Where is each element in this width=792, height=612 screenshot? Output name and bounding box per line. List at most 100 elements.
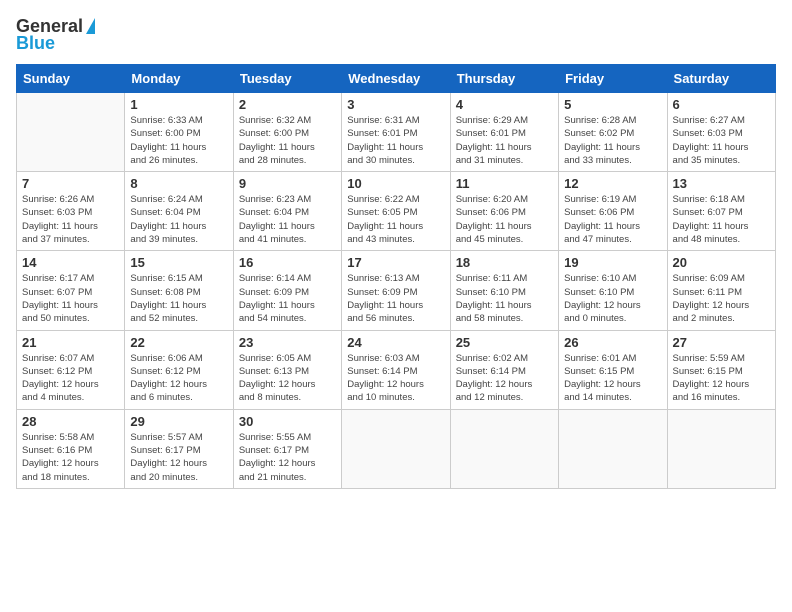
calendar-cell: 4 Sunrise: 6:29 AM Sunset: 6:01 PM Daylig… (450, 93, 558, 172)
page-header: General Blue (16, 16, 776, 54)
day-info: Sunrise: 6:22 AM Sunset: 6:05 PM Dayligh… (347, 193, 444, 246)
day-info: Sunrise: 6:18 AM Sunset: 6:07 PM Dayligh… (673, 193, 770, 246)
day-info: Sunrise: 6:17 AM Sunset: 6:07 PM Dayligh… (22, 272, 119, 325)
day-number: 11 (456, 176, 553, 191)
calendar-week-row: 7 Sunrise: 6:26 AM Sunset: 6:03 PM Daylig… (17, 172, 776, 251)
day-number: 27 (673, 335, 770, 350)
calendar-cell (559, 409, 667, 488)
day-number: 7 (22, 176, 119, 191)
day-info: Sunrise: 6:10 AM Sunset: 6:10 PM Dayligh… (564, 272, 661, 325)
day-info: Sunrise: 5:57 AM Sunset: 6:17 PM Dayligh… (130, 431, 227, 484)
calendar-day-header: Thursday (450, 65, 558, 93)
day-info: Sunrise: 6:03 AM Sunset: 6:14 PM Dayligh… (347, 352, 444, 405)
day-number: 20 (673, 255, 770, 270)
calendar-cell: 13 Sunrise: 6:18 AM Sunset: 6:07 PM Dayli… (667, 172, 775, 251)
calendar-header-row: SundayMondayTuesdayWednesdayThursdayFrid… (17, 65, 776, 93)
calendar-cell: 25 Sunrise: 6:02 AM Sunset: 6:14 PM Dayli… (450, 330, 558, 409)
calendar-cell: 16 Sunrise: 6:14 AM Sunset: 6:09 PM Dayli… (233, 251, 341, 330)
calendar-cell: 30 Sunrise: 5:55 AM Sunset: 6:17 PM Dayli… (233, 409, 341, 488)
day-number: 10 (347, 176, 444, 191)
logo-triangle-icon (86, 18, 95, 34)
day-number: 25 (456, 335, 553, 350)
day-number: 18 (456, 255, 553, 270)
day-info: Sunrise: 6:23 AM Sunset: 6:04 PM Dayligh… (239, 193, 336, 246)
calendar-day-header: Sunday (17, 65, 125, 93)
day-number: 12 (564, 176, 661, 191)
calendar-cell: 5 Sunrise: 6:28 AM Sunset: 6:02 PM Daylig… (559, 93, 667, 172)
day-info: Sunrise: 5:55 AM Sunset: 6:17 PM Dayligh… (239, 431, 336, 484)
calendar-cell: 28 Sunrise: 5:58 AM Sunset: 6:16 PM Dayli… (17, 409, 125, 488)
day-info: Sunrise: 6:19 AM Sunset: 6:06 PM Dayligh… (564, 193, 661, 246)
day-info: Sunrise: 6:11 AM Sunset: 6:10 PM Dayligh… (456, 272, 553, 325)
day-number: 16 (239, 255, 336, 270)
day-number: 23 (239, 335, 336, 350)
day-info: Sunrise: 6:06 AM Sunset: 6:12 PM Dayligh… (130, 352, 227, 405)
day-number: 21 (22, 335, 119, 350)
day-number: 4 (456, 97, 553, 112)
calendar-table: SundayMondayTuesdayWednesdayThursdayFrid… (16, 64, 776, 489)
day-number: 26 (564, 335, 661, 350)
day-number: 15 (130, 255, 227, 270)
day-info: Sunrise: 6:31 AM Sunset: 6:01 PM Dayligh… (347, 114, 444, 167)
calendar-day-header: Wednesday (342, 65, 450, 93)
calendar-cell: 19 Sunrise: 6:10 AM Sunset: 6:10 PM Dayli… (559, 251, 667, 330)
calendar-week-row: 21 Sunrise: 6:07 AM Sunset: 6:12 PM Dayli… (17, 330, 776, 409)
calendar-cell: 22Sunrise: 6:06 AM Sunset: 6:12 PM Dayli… (125, 330, 233, 409)
day-info: Sunrise: 6:20 AM Sunset: 6:06 PM Dayligh… (456, 193, 553, 246)
day-number: 13 (673, 176, 770, 191)
calendar-cell: 11 Sunrise: 6:20 AM Sunset: 6:06 PM Dayli… (450, 172, 558, 251)
calendar-week-row: 14 Sunrise: 6:17 AM Sunset: 6:07 PM Dayli… (17, 251, 776, 330)
calendar-cell (17, 93, 125, 172)
calendar-cell: 8Sunrise: 6:24 AM Sunset: 6:04 PM Daylig… (125, 172, 233, 251)
day-number: 30 (239, 414, 336, 429)
day-number: 5 (564, 97, 661, 112)
calendar-cell: 10 Sunrise: 6:22 AM Sunset: 6:05 PM Dayli… (342, 172, 450, 251)
day-number: 9 (239, 176, 336, 191)
calendar-cell: 6 Sunrise: 6:27 AM Sunset: 6:03 PM Daylig… (667, 93, 775, 172)
calendar-cell: 15 Sunrise: 6:15 AM Sunset: 6:08 PM Dayli… (125, 251, 233, 330)
day-number: 28 (22, 414, 119, 429)
day-info: Sunrise: 6:09 AM Sunset: 6:11 PM Dayligh… (673, 272, 770, 325)
day-number: 6 (673, 97, 770, 112)
day-info: Sunrise: 6:15 AM Sunset: 6:08 PM Dayligh… (130, 272, 227, 325)
calendar-day-header: Saturday (667, 65, 775, 93)
calendar-cell: 29 Sunrise: 5:57 AM Sunset: 6:17 PM Dayli… (125, 409, 233, 488)
logo-blue-text: Blue (16, 33, 55, 54)
calendar-cell: 2 Sunrise: 6:32 AM Sunset: 6:00 PM Daylig… (233, 93, 341, 172)
calendar-cell: 1 Sunrise: 6:33 AM Sunset: 6:00 PM Daylig… (125, 93, 233, 172)
calendar-cell: 26 Sunrise: 6:01 AM Sunset: 6:15 PM Dayli… (559, 330, 667, 409)
day-info: Sunrise: 6:07 AM Sunset: 6:12 PM Dayligh… (22, 352, 119, 405)
day-number: 29 (130, 414, 227, 429)
day-info: Sunrise: 6:27 AM Sunset: 6:03 PM Dayligh… (673, 114, 770, 167)
day-info: Sunrise: 6:28 AM Sunset: 6:02 PM Dayligh… (564, 114, 661, 167)
day-info: Sunrise: 6:26 AM Sunset: 6:03 PM Dayligh… (22, 193, 119, 246)
day-info: Sunrise: 6:24 AM Sunset: 6:04 PM Dayligh… (130, 193, 227, 246)
day-number: 19 (564, 255, 661, 270)
day-info: Sunrise: 6:01 AM Sunset: 6:15 PM Dayligh… (564, 352, 661, 405)
day-number: 2 (239, 97, 336, 112)
day-number: 24 (347, 335, 444, 350)
day-info: Sunrise: 6:02 AM Sunset: 6:14 PM Dayligh… (456, 352, 553, 405)
day-info: Sunrise: 6:14 AM Sunset: 6:09 PM Dayligh… (239, 272, 336, 325)
day-number: 1 (130, 97, 227, 112)
calendar-cell: 14 Sunrise: 6:17 AM Sunset: 6:07 PM Dayli… (17, 251, 125, 330)
day-number: 17 (347, 255, 444, 270)
day-info: Sunrise: 6:29 AM Sunset: 6:01 PM Dayligh… (456, 114, 553, 167)
calendar-cell (450, 409, 558, 488)
day-info: Sunrise: 6:32 AM Sunset: 6:00 PM Dayligh… (239, 114, 336, 167)
calendar-cell: 7 Sunrise: 6:26 AM Sunset: 6:03 PM Daylig… (17, 172, 125, 251)
calendar-cell: 18 Sunrise: 6:11 AM Sunset: 6:10 PM Dayli… (450, 251, 558, 330)
calendar-day-header: Friday (559, 65, 667, 93)
calendar-cell (342, 409, 450, 488)
calendar-cell: 27Sunrise: 5:59 AM Sunset: 6:15 PM Dayli… (667, 330, 775, 409)
calendar-cell (667, 409, 775, 488)
day-info: Sunrise: 6:33 AM Sunset: 6:00 PM Dayligh… (130, 114, 227, 167)
calendar-cell: 24 Sunrise: 6:03 AM Sunset: 6:14 PM Dayli… (342, 330, 450, 409)
day-number: 14 (22, 255, 119, 270)
day-info: Sunrise: 6:13 AM Sunset: 6:09 PM Dayligh… (347, 272, 444, 325)
calendar-cell: 23Sunrise: 6:05 AM Sunset: 6:13 PM Dayli… (233, 330, 341, 409)
calendar-cell: 12 Sunrise: 6:19 AM Sunset: 6:06 PM Dayli… (559, 172, 667, 251)
day-number: 3 (347, 97, 444, 112)
calendar-cell: 9 Sunrise: 6:23 AM Sunset: 6:04 PM Daylig… (233, 172, 341, 251)
day-info: Sunrise: 5:58 AM Sunset: 6:16 PM Dayligh… (22, 431, 119, 484)
